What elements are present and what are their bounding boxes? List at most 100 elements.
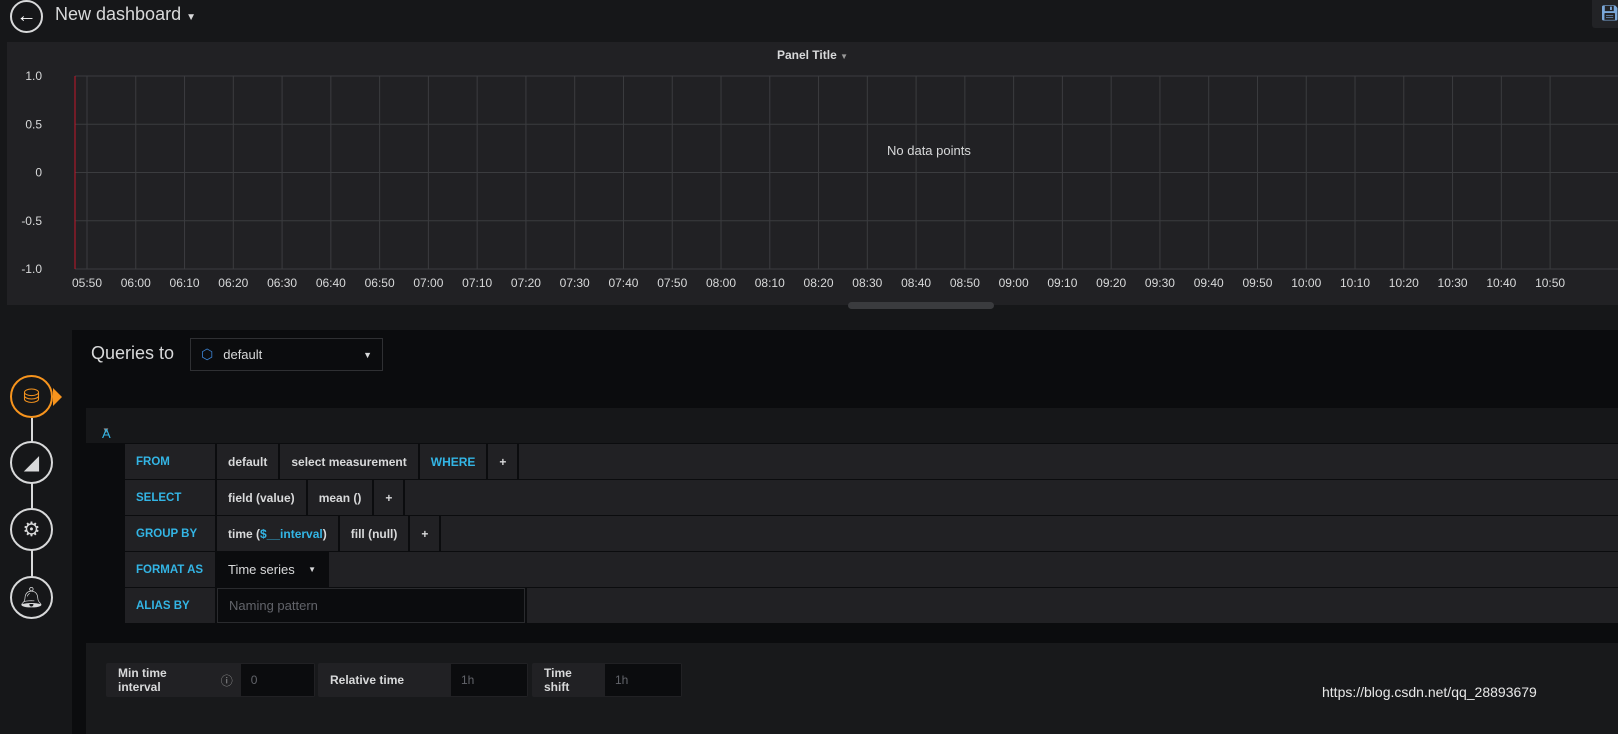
from-db[interactable]: default xyxy=(217,444,279,479)
bell-icon: 🔔︎ xyxy=(18,587,45,609)
area-chart-icon: ◢ xyxy=(23,452,40,474)
field-select[interactable]: field (value) xyxy=(217,480,306,515)
x-tick-label: 07:00 xyxy=(413,276,443,290)
select-row: SELECT field (value) mean () + xyxy=(125,480,1618,515)
chart: 1.0 0.5 0 -0.5 -1.0 05:50 06:00 06:10 06:20 06:30… xyxy=(21,69,1618,290)
x-tick-label: 06:50 xyxy=(365,276,395,290)
x-tick-label: 07:40 xyxy=(608,276,638,290)
info-icon[interactable]: ⓘ xyxy=(221,672,233,689)
add-select-button[interactable]: + xyxy=(374,480,404,515)
datasource-select[interactable]: ⬡ default ▼ xyxy=(190,338,383,371)
x-tick-label: 10:00 xyxy=(1291,276,1321,290)
save-icon: 💾︎ xyxy=(1600,5,1618,22)
format-value: Time series xyxy=(228,562,295,577)
relative-time-input[interactable]: 1h xyxy=(451,664,527,696)
time-pre: time ( xyxy=(228,526,261,541)
x-tick-label: 09:20 xyxy=(1096,276,1126,290)
x-tick-label: 08:30 xyxy=(852,276,882,290)
format-select[interactable]: Time series ▼ xyxy=(217,552,327,587)
alias-input[interactable]: Naming pattern xyxy=(217,588,525,623)
x-tick-label: 09:10 xyxy=(1047,276,1077,290)
y-tick-label: 0 xyxy=(35,166,42,180)
time-shift-label: Time shift xyxy=(544,666,572,694)
x-tick-label: 07:10 xyxy=(462,276,492,290)
format-row: FORMAT AS Time series ▼ xyxy=(125,552,1618,587)
group-by-row: GROUP BY time ($__interval) fill (null) … xyxy=(125,516,1618,551)
query-ref: A xyxy=(102,426,111,441)
top-bar xyxy=(0,0,1618,40)
nav-queries[interactable]: ⛁ xyxy=(10,375,53,418)
y-tick-label: 1.0 xyxy=(25,69,42,83)
x-tick-label: 08:10 xyxy=(755,276,785,290)
gear-wrench-icon: ⚙ xyxy=(22,519,41,541)
x-tick-label: 09:00 xyxy=(999,276,1029,290)
active-pointer xyxy=(53,388,62,406)
format-label: FORMAT AS xyxy=(125,552,215,587)
time-shift-group: Time shift 1h xyxy=(532,663,682,697)
x-tick-label: 08:20 xyxy=(804,276,834,290)
row-filler xyxy=(329,552,1618,587)
save-button[interactable]: 💾︎ xyxy=(1592,0,1618,28)
min-interval-group: Min time interval ⓘ 0 xyxy=(106,663,315,697)
caret-down-icon: ▼ xyxy=(186,12,197,23)
x-tick-label: 09:40 xyxy=(1194,276,1224,290)
x-tick-label: 09:30 xyxy=(1145,276,1175,290)
x-tick-label: 08:50 xyxy=(950,276,980,290)
back-button[interactable]: ← xyxy=(10,0,43,33)
x-tick-label: 05:50 xyxy=(72,276,102,290)
from-label: FROM xyxy=(125,444,215,479)
y-tick-label: -0.5 xyxy=(21,214,42,228)
min-interval-input[interactable]: 0 xyxy=(240,664,314,696)
panel-title[interactable]: Panel Title ▼ xyxy=(7,48,1618,62)
measurement-select[interactable]: select measurement xyxy=(280,444,418,479)
dashboard-title-text: New dashboard xyxy=(55,4,182,24)
x-tick-label: 10:20 xyxy=(1389,276,1419,290)
x-tick-label: 09:50 xyxy=(1242,276,1272,290)
dashboard-title[interactable]: New dashboard ▼ xyxy=(55,4,196,25)
add-where-button[interactable]: + xyxy=(488,444,518,479)
x-tick-label: 07:50 xyxy=(657,276,687,290)
group-by-label: GROUP BY xyxy=(125,516,215,551)
nav-visualization[interactable]: ◢ xyxy=(10,441,53,484)
alias-label: ALIAS BY xyxy=(125,588,215,623)
time-group[interactable]: time ($__interval) xyxy=(217,516,338,551)
query-row-header[interactable]: ▼ A xyxy=(86,408,1618,443)
x-tick-label: 10:40 xyxy=(1486,276,1516,290)
arrow-left-icon: ← xyxy=(16,5,37,27)
database-icon: ⛁ xyxy=(23,386,40,408)
alias-row: ALIAS BY Naming pattern xyxy=(125,588,1618,623)
watermark: https://blog.csdn.net/qq_28893679 xyxy=(1322,684,1537,700)
fill-group[interactable]: fill (null) xyxy=(339,516,409,551)
x-tick-label: 06:30 xyxy=(267,276,297,290)
y-tick-label: -1.0 xyxy=(21,262,42,276)
row-filler xyxy=(519,444,1618,479)
caret-down-icon: ▼ xyxy=(308,565,316,574)
x-tick-label: 10:10 xyxy=(1340,276,1370,290)
row-filler xyxy=(441,516,1618,551)
time-shift-input[interactable]: 1h xyxy=(605,664,681,696)
datasource-value: default xyxy=(223,347,263,362)
graph-panel: 1.0 0.5 0 -0.5 -1.0 05:50 06:00 06:10 06:20 06:30… xyxy=(7,42,1618,305)
no-data-message: No data points xyxy=(887,143,971,158)
x-tick-label: 08:40 xyxy=(901,276,931,290)
x-tick-label: 06:00 xyxy=(121,276,151,290)
caret-down-icon: ▼ xyxy=(840,52,849,61)
x-tick-label: 10:30 xyxy=(1438,276,1468,290)
x-tick-label: 06:10 xyxy=(170,276,200,290)
nav-alert[interactable]: 🔔︎ xyxy=(10,576,53,619)
time-var: $__interval xyxy=(260,526,323,541)
nav-general[interactable]: ⚙ xyxy=(10,508,53,551)
from-row: FROM default select measurement WHERE + xyxy=(125,444,1618,479)
panel-title-text: Panel Title xyxy=(776,48,837,62)
where-label: WHERE xyxy=(419,444,487,479)
panel-resize-handle[interactable] xyxy=(848,302,994,309)
min-interval-label: Min time interval xyxy=(118,666,167,694)
x-tick-label: 10:50 xyxy=(1535,276,1565,290)
queries-to-label: Queries to xyxy=(91,343,175,363)
x-tick-label: 07:30 xyxy=(560,276,590,290)
row-filler xyxy=(527,588,1618,623)
relative-time-label: Relative time xyxy=(330,673,405,687)
x-tick-label: 07:20 xyxy=(511,276,541,290)
aggregation-select[interactable]: mean () xyxy=(307,480,373,515)
add-group-button[interactable]: + xyxy=(410,516,440,551)
